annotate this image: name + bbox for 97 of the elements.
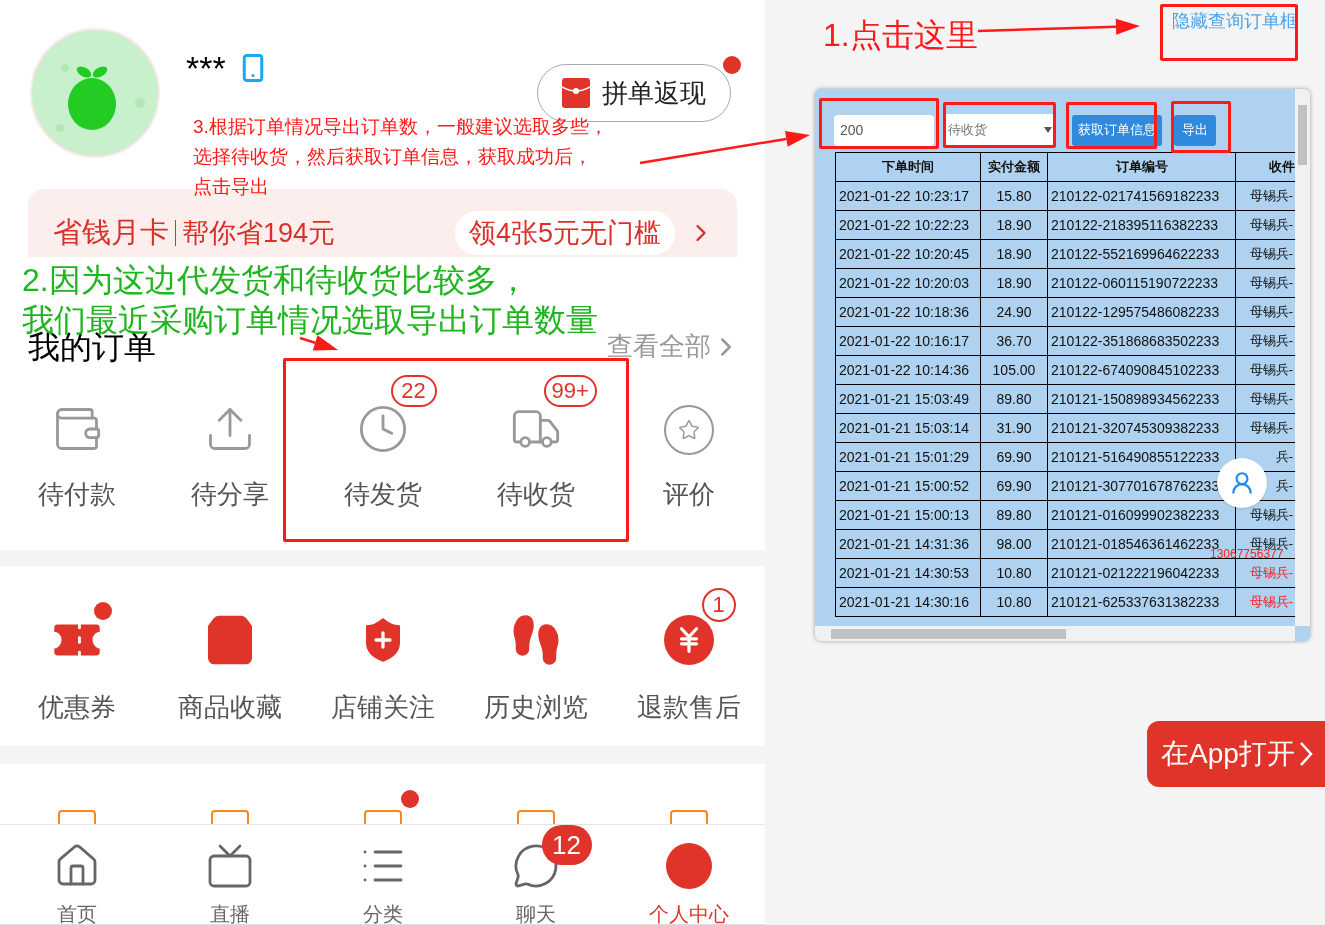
user-name: *** [186, 50, 226, 86]
table-cell: 10.80 [980, 587, 1048, 617]
table-cell: 105.00 [980, 355, 1048, 385]
table-cell: 2021-01-22 10:16:17 [835, 326, 981, 356]
order-status-item[interactable]: 评价 [612, 370, 765, 550]
table-cell: 母锡兵- [1249, 275, 1293, 291]
table-cell: 2021-01-22 10:23:17 [835, 181, 981, 211]
table-cell: 2021-01-22 10:14:36 [835, 355, 981, 385]
table-cell: 母锡兵- [1249, 188, 1293, 204]
envelope-icon [562, 78, 590, 108]
table-cell: 210121-320745309382233 [1047, 413, 1236, 443]
table-cell: 89.80 [980, 500, 1048, 530]
table-cell: 31.90 [980, 413, 1048, 443]
column-header: 实付金额 [980, 152, 1048, 182]
vertical-scrollbar[interactable] [1295, 89, 1310, 626]
table-cell: 210122-351868683502233 [1047, 326, 1236, 356]
table-cell: 2021-01-21 15:03:14 [835, 413, 981, 443]
table-cell: 母锡兵- [1249, 304, 1293, 320]
column-header: 订单编号 [1047, 152, 1236, 182]
table-cell: 2021-01-22 10:18:36 [835, 297, 981, 327]
table-cell: 69.90 [980, 442, 1048, 472]
table-cell: 2021-01-21 14:31:36 [835, 529, 981, 559]
table-cell: 母锡兵- [1249, 362, 1293, 378]
table-cell: 母锡兵- [1249, 594, 1293, 610]
table-cell: 210122-552169964622233 [1047, 239, 1236, 269]
table-cell: 210121-625337631382233 [1047, 587, 1236, 617]
open-in-app-button[interactable]: 在App打开 [1147, 721, 1325, 787]
table-cell: 母锡兵- [1249, 565, 1293, 581]
table-cell: 兵- [1275, 449, 1293, 465]
highlight-frame [1171, 101, 1231, 153]
tool-item[interactable]: 商品收藏 [153, 585, 306, 727]
count-badge: 1 [701, 587, 736, 622]
table-cell: 2021-01-22 10:20:03 [835, 268, 981, 298]
table-cell: 2021-01-22 10:22:23 [835, 210, 981, 240]
table-cell: 母锡兵- [1249, 333, 1293, 349]
caret-icon [1044, 127, 1052, 133]
column-header: 下单时间 [835, 152, 981, 182]
annotation-arrow [299, 335, 338, 351]
tool-item[interactable]: 1 退款售后 [612, 585, 765, 727]
coupon-offer-pill[interactable]: 领4张5元无门槛 [454, 210, 675, 255]
table-cell: 210122-218395116382233 [1047, 210, 1236, 240]
table-cell: 24.90 [980, 297, 1048, 327]
tool-item[interactable]: 店铺关注 [306, 585, 459, 727]
table-cell: 210122-674090845102233 [1047, 355, 1236, 385]
export-button[interactable]: 导出 [1174, 114, 1216, 146]
table-cell: 2021-01-21 15:00:52 [835, 471, 981, 501]
table-cell: 36.70 [980, 326, 1048, 356]
nav-tab[interactable]: 分类 [306, 825, 459, 925]
horizontal-scrollbar[interactable] [815, 626, 1295, 641]
chevron-right-icon [1298, 741, 1313, 767]
table-cell: 18.90 [980, 268, 1048, 298]
table-cell: 210122-021741569182233 [1047, 181, 1236, 211]
table-cell: 18.90 [980, 239, 1048, 269]
table-cell: 母锡兵- [1249, 217, 1293, 233]
table-cell: 2021-01-21 15:01:29 [835, 442, 981, 472]
table-cell: 69.90 [980, 471, 1048, 501]
nav-tab[interactable]: 个人中心 [612, 825, 765, 925]
count-badge: 22 [390, 374, 437, 407]
table-cell: 18.90 [980, 210, 1048, 240]
banner-title: 省钱月卡 [53, 215, 169, 251]
step-1-note: 1.点击这里 [823, 16, 978, 55]
table-cell: 2021-01-21 15:03:49 [835, 384, 981, 414]
table-cell: 母锡兵- [1249, 420, 1293, 436]
table-cell: 母锡兵- [1249, 391, 1293, 407]
table-cell: 89.80 [980, 384, 1048, 414]
status-select[interactable]: 待收货 [944, 114, 1056, 146]
table-cell: 母锡兵- [1249, 246, 1293, 262]
table-cell: 兵- [1275, 478, 1293, 494]
order-status-item[interactable]: 22 待发货 [306, 370, 459, 550]
count-input[interactable]: 200 [834, 114, 934, 146]
table-cell: 210121-021222196042233 [1047, 558, 1236, 588]
table-cell: 210121-150898934562233 [1047, 384, 1236, 414]
avatar-icon [30, 28, 160, 158]
banner-subtitle: 帮你省194元 [182, 216, 336, 250]
count-badge: 12 [541, 825, 592, 865]
table-cell: 2021-01-21 15:00:13 [835, 500, 981, 530]
table-cell: 2021-01-21 14:30:53 [835, 558, 981, 588]
table-cell: 210122-129575486082233 [1047, 297, 1236, 327]
table-cell: 2021-01-21 14:30:16 [835, 587, 981, 617]
table-cell: 15.80 [980, 181, 1048, 211]
tool-item[interactable]: 历史浏览 [459, 585, 612, 727]
order-status-item[interactable]: 待分享 [153, 370, 306, 550]
table-cell: 2021-01-22 10:20:45 [835, 239, 981, 269]
nav-tab[interactable]: 直播 [153, 825, 306, 925]
nav-tab[interactable]: 首页 [0, 825, 153, 925]
table-cell: 母锡兵- [1249, 507, 1293, 523]
tool-item[interactable]: 优惠券 [0, 585, 153, 727]
service-icon [362, 810, 403, 824]
nav-tab[interactable]: 12 聊天 [459, 825, 612, 925]
order-status-item[interactable]: 99+ 待收货 [459, 370, 612, 550]
table-cell: 210122-060115190722233 [1047, 268, 1236, 298]
order-status-item[interactable]: 待付款 [0, 370, 153, 550]
user-icon [1229, 470, 1255, 496]
table-cell: 98.00 [980, 529, 1048, 559]
count-badge: 99+ [543, 374, 597, 407]
table-cell: 10.80 [980, 558, 1048, 588]
yen-icon [663, 614, 714, 665]
